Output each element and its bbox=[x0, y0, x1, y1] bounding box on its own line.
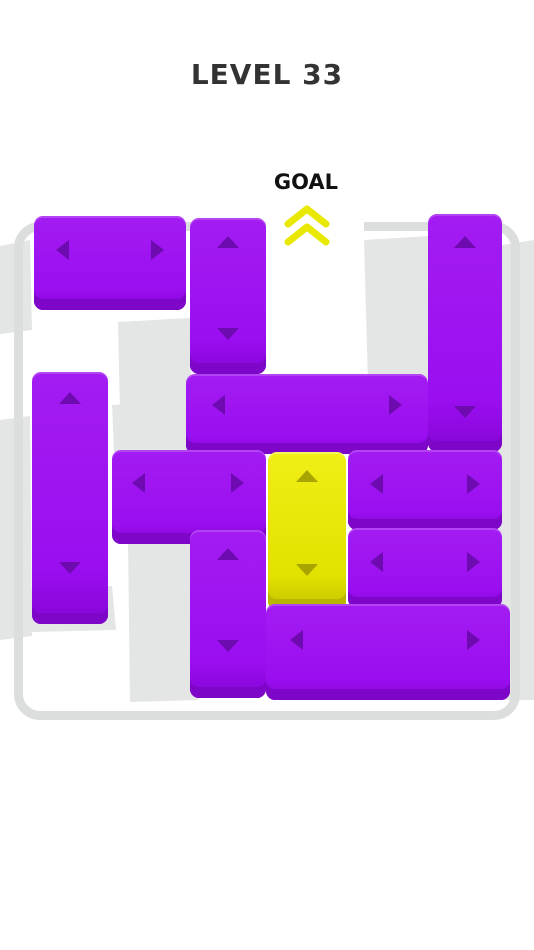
arrow-right-icon bbox=[467, 474, 480, 494]
arrow-right-icon bbox=[151, 240, 164, 260]
arrow-right-icon bbox=[467, 552, 480, 572]
arrow-left-icon bbox=[212, 395, 225, 415]
block-5[interactable] bbox=[186, 374, 428, 454]
arrow-left-icon bbox=[132, 473, 145, 493]
block-11[interactable] bbox=[266, 604, 510, 700]
arrow-right-icon bbox=[467, 630, 480, 650]
arrow-up-icon bbox=[454, 236, 476, 248]
arrow-up-icon bbox=[59, 392, 81, 404]
arrow-right-icon bbox=[231, 473, 244, 493]
arrow-down-icon bbox=[296, 564, 318, 576]
arrow-left-icon bbox=[56, 240, 69, 260]
block-8[interactable] bbox=[348, 450, 502, 530]
arrow-down-icon bbox=[59, 562, 81, 574]
arrow-down-icon bbox=[454, 406, 476, 418]
arrow-up-icon bbox=[217, 548, 239, 560]
arrow-right-icon bbox=[389, 395, 402, 415]
block-3[interactable] bbox=[428, 214, 502, 452]
block-1[interactable] bbox=[34, 216, 186, 310]
level-title: LEVEL 33 bbox=[190, 58, 344, 91]
target-block[interactable] bbox=[268, 452, 346, 610]
block-4[interactable] bbox=[32, 372, 108, 624]
arrow-left-icon bbox=[370, 474, 383, 494]
block-2[interactable] bbox=[190, 218, 266, 374]
arrow-up-icon bbox=[296, 470, 318, 482]
arrow-down-icon bbox=[217, 328, 239, 340]
arrow-left-icon bbox=[370, 552, 383, 572]
block-9[interactable] bbox=[348, 528, 502, 608]
block-10[interactable] bbox=[190, 530, 266, 698]
arrow-up-icon bbox=[217, 236, 239, 248]
arrow-left-icon bbox=[290, 630, 303, 650]
double-chevron-up-icon bbox=[284, 205, 330, 246]
goal-label: GOAL bbox=[273, 170, 339, 194]
arrow-down-icon bbox=[217, 640, 239, 652]
